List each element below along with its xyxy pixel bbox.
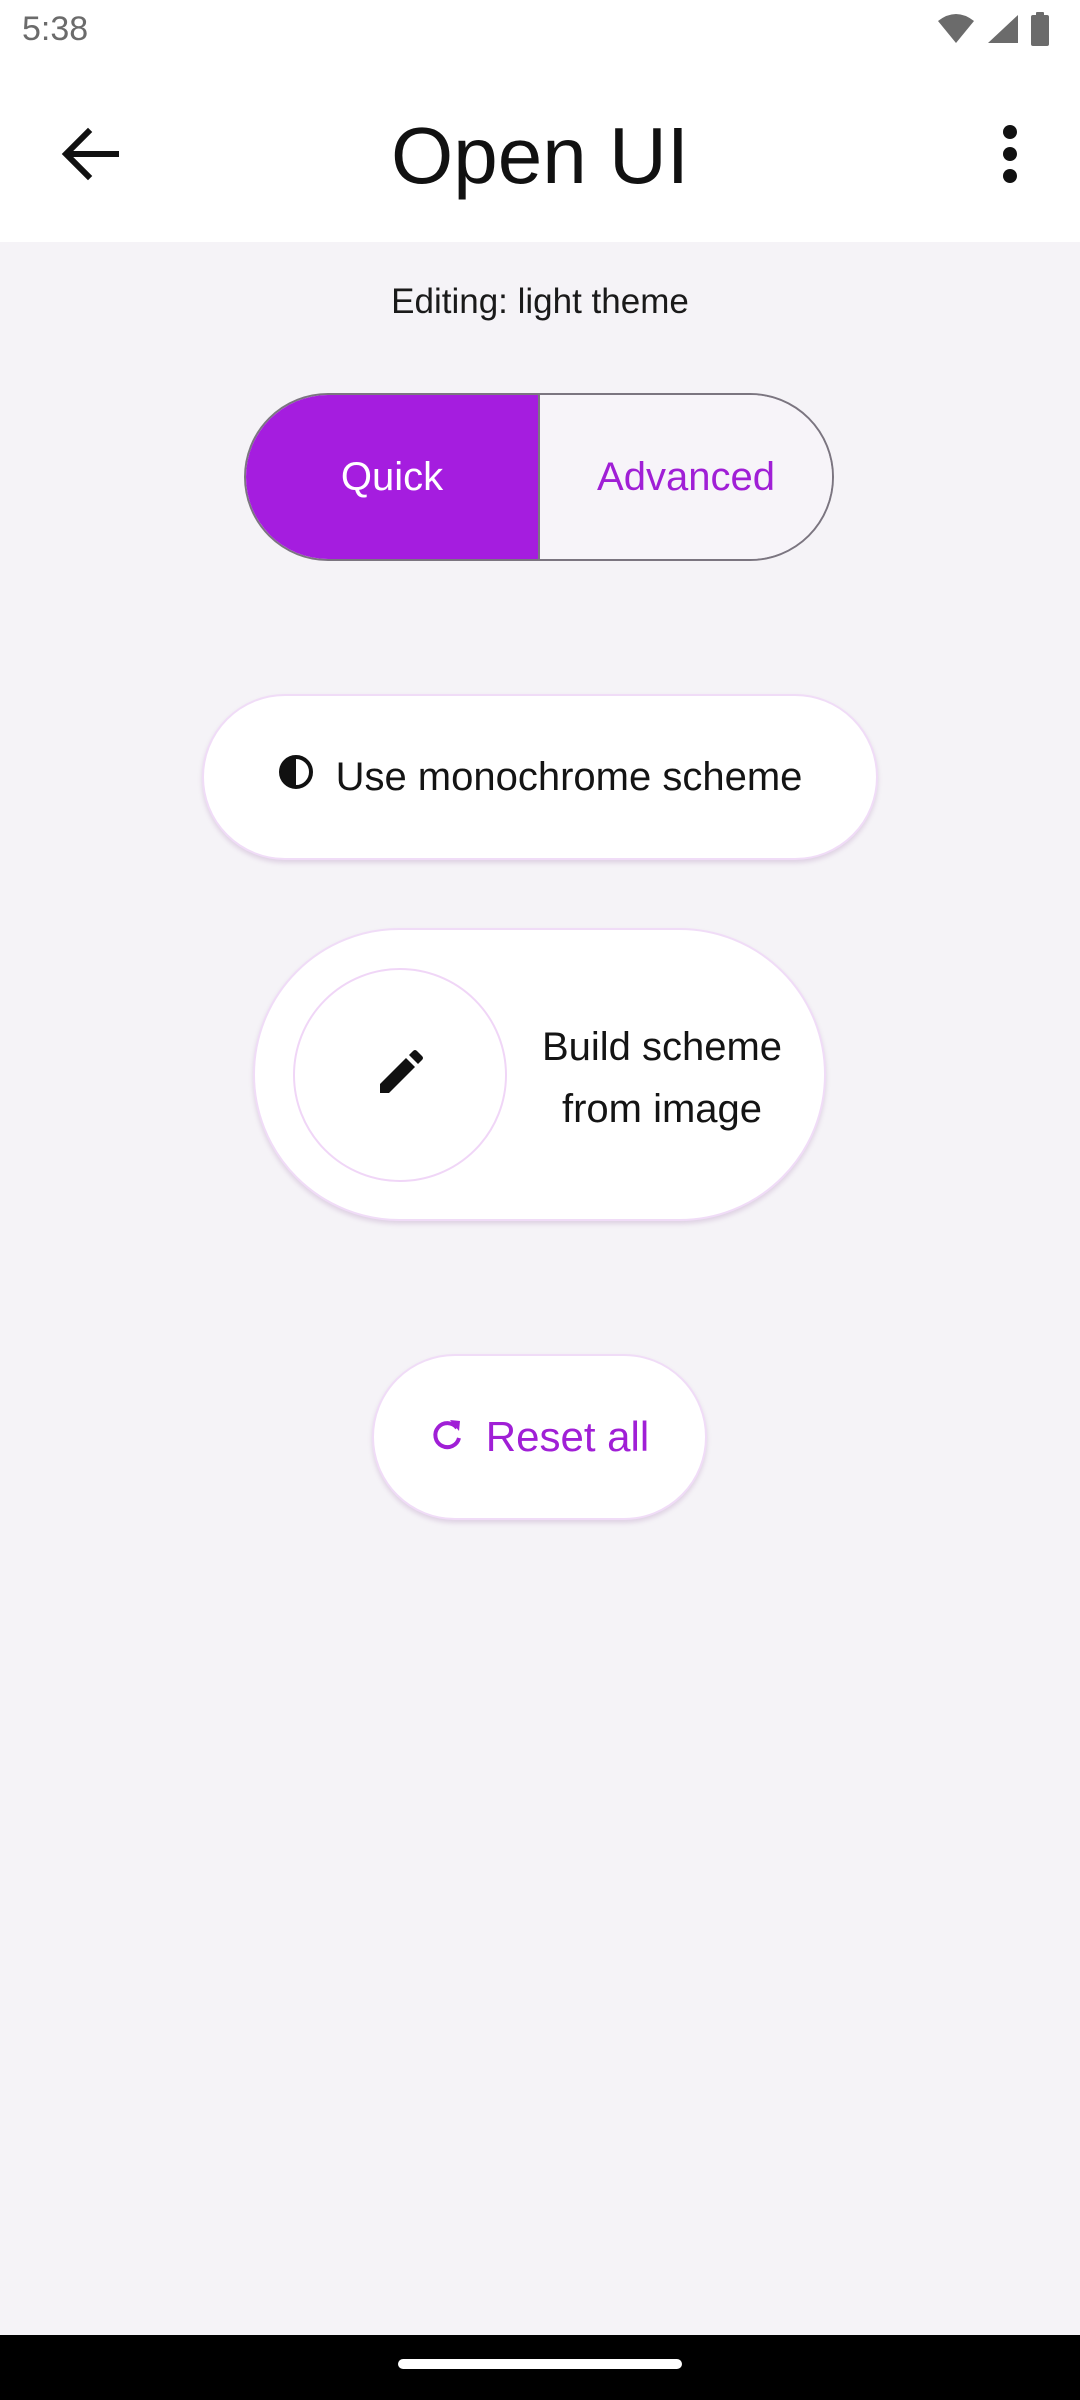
home-indicator[interactable] bbox=[398, 2359, 682, 2369]
monochrome-scheme-label: Use monochrome scheme bbox=[335, 754, 803, 799]
editing-theme-label: Editing: light theme bbox=[391, 282, 689, 321]
wifi-icon bbox=[936, 13, 976, 50]
refresh-icon bbox=[430, 1413, 464, 1461]
more-options-button[interactable] bbox=[980, 116, 1040, 196]
tab-quick[interactable]: Quick bbox=[246, 395, 540, 559]
edit-pencil-icon bbox=[376, 1049, 424, 1102]
mode-toggle: Quick Advanced bbox=[244, 393, 834, 561]
more-vert-icon bbox=[1002, 124, 1018, 189]
build-scheme-label: Build scheme from image bbox=[517, 1016, 807, 1140]
build-scheme-from-image-button[interactable]: Build scheme from image bbox=[253, 928, 826, 1221]
status-icons bbox=[936, 12, 1050, 51]
battery-icon bbox=[1030, 12, 1050, 51]
status-time: 5:38 bbox=[22, 10, 89, 48]
monochrome-scheme-button[interactable]: Use monochrome scheme bbox=[202, 694, 878, 860]
contrast-icon bbox=[278, 754, 314, 800]
build-scheme-label-line2: from image bbox=[561, 1087, 763, 1131]
reset-all-button[interactable]: Reset all bbox=[372, 1354, 707, 1520]
tab-advanced[interactable]: Advanced bbox=[540, 395, 832, 559]
app-bar: Open UI bbox=[0, 64, 1080, 242]
image-picker-circle[interactable] bbox=[293, 968, 507, 1182]
status-bar: 5:38 bbox=[0, 0, 1080, 64]
system-nav-bar bbox=[0, 2335, 1080, 2400]
signal-icon bbox=[986, 13, 1020, 50]
build-scheme-label-line1: Build scheme bbox=[541, 1025, 783, 1069]
reset-all-label: Reset all bbox=[485, 1413, 650, 1460]
page-title: Open UI bbox=[391, 111, 689, 200]
